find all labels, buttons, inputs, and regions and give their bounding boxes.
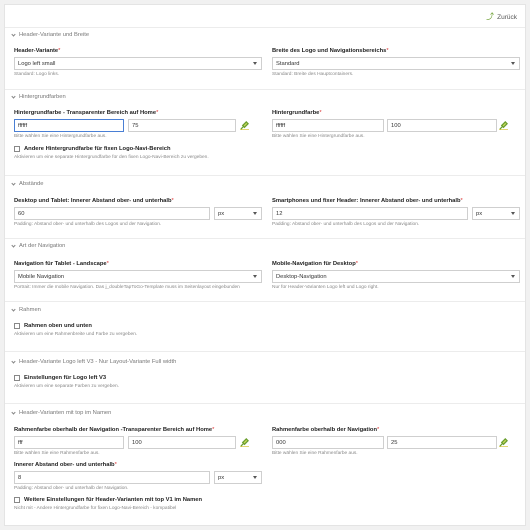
bg-color-input[interactable]: ffffff: [272, 119, 384, 132]
checkbox-box[interactable]: [14, 323, 20, 329]
section-header-variant[interactable]: Header-Variante und Breite: [11, 31, 90, 38]
chevron-down-icon: [11, 409, 16, 415]
section-title: Abstände: [19, 181, 44, 187]
section-title: Header-Variante Logo left V3 - Nur Layou…: [19, 359, 177, 365]
section-title: Header-Variante und Breite: [19, 32, 90, 38]
inner-padding-unit-select[interactable]: px: [214, 471, 262, 484]
frame-color-hint: Bitte wählen Sie eine Rahmenfarbe aus.: [272, 451, 358, 456]
section-title: Art der Navigation: [19, 243, 66, 249]
section-top-name[interactable]: Header-Varianten mit top im Namen: [11, 409, 112, 416]
frame-color-input[interactable]: 000: [272, 436, 384, 449]
frame-color-label: Rahmenfarbe oberhalb der Navigation*: [272, 427, 380, 433]
transp-bg-label: Hintergrundfarbe - Transparenter Bereich…: [14, 110, 159, 116]
transp-bg-hint: Bitte wählen Sie eine Hintergrundfarbe a…: [14, 134, 107, 139]
header-variant-hint: Standard: Logo links.: [14, 72, 60, 77]
more-settings-checkbox[interactable]: Weitere Einstellungen für Header-Variant…: [14, 497, 202, 503]
header-variant-label: Header-Variante*: [14, 48, 61, 54]
back-arrow-icon: ⤴: [486, 12, 495, 21]
color-picker-icon[interactable]: [240, 438, 249, 447]
more-settings-hint: Nicht mit - Andere Hintergrundfarbe für …: [14, 506, 177, 511]
divider: [5, 175, 525, 176]
inner-padding-input[interactable]: 8: [14, 471, 210, 484]
transp-bg-color-input[interactable]: ffffff: [14, 119, 124, 132]
divider: [5, 89, 525, 90]
bg-color-label: Hintergrundfarbe*: [272, 110, 322, 116]
logo-left-v3-checkbox[interactable]: Einstellungen für Logo left V3: [14, 375, 106, 381]
bg-opacity-input[interactable]: 100: [387, 119, 497, 132]
divider: [5, 403, 525, 404]
chevron-down-icon: [11, 242, 16, 248]
inner-padding-label: Innerer Abstand ober- und unterhalb*: [14, 462, 117, 468]
chevron-down-icon: [11, 93, 16, 99]
tablet-nav-hint: Portrait: Immer die mobile Navigation. D…: [14, 285, 240, 290]
logo-width-label: Breite des Logo und Navigationsbereichs*: [272, 48, 389, 54]
tablet-nav-select[interactable]: Mobile Navigation: [14, 270, 262, 283]
frame-transp-label: Rahmenfarbe oberhalb der Navigation -Tra…: [14, 427, 215, 433]
phone-padding-input[interactable]: 12: [272, 207, 468, 220]
divider: [5, 351, 525, 352]
desktop-padding-label: Desktop und Tablet: Innerer Abstand ober…: [14, 198, 174, 204]
color-picker-icon[interactable]: [499, 438, 508, 447]
checkbox-box[interactable]: [14, 375, 20, 381]
phone-padding-hint: Padding: Abstand ober- und unterhalb des…: [272, 222, 420, 227]
bg-color-hint: Bitte wählen Sie eine Hintergrundfarbe a…: [272, 134, 365, 139]
phone-padding-label: Smartphones und fixer Header: Innerer Ab…: [272, 198, 463, 204]
desktop-nav-select[interactable]: Desktop-Navigation: [272, 270, 520, 283]
other-bg-hint: Aktivieren um eine separate Hintergrundf…: [14, 155, 209, 160]
section-title: Header-Varianten mit top im Namen: [19, 410, 112, 416]
section-background[interactable]: Hintergrundfarben: [11, 93, 66, 100]
logo-width-select[interactable]: Standard: [272, 57, 520, 70]
section-spacing[interactable]: Abstände: [11, 180, 44, 187]
logo-left-v3-hint: Aktivieren um eine separate Farben zu ve…: [14, 384, 120, 389]
phone-padding-unit-select[interactable]: px: [472, 207, 520, 220]
checkbox-box[interactable]: [14, 146, 20, 152]
settings-panel: ⤴ Zurück Header-Variante und Breite Head…: [4, 4, 526, 526]
inner-padding-hint: Padding: Abstand ober- und unterhalb der…: [14, 486, 129, 491]
section-title: Rahmen: [19, 307, 41, 313]
other-bg-checkbox[interactable]: Andere Hintergrundfarbe für fixen Logo-N…: [14, 146, 171, 152]
transp-bg-opacity-input[interactable]: 75: [128, 119, 236, 132]
header-variant-select[interactable]: Logo left small: [14, 57, 262, 70]
frame-opacity-input[interactable]: 25: [387, 436, 497, 449]
chevron-down-icon: [11, 358, 16, 364]
tablet-nav-label: Navigation für Tablet - Landscape*: [14, 261, 109, 267]
section-navigation[interactable]: Art der Navigation: [11, 242, 66, 249]
chevron-down-icon: [11, 31, 16, 37]
chevron-down-icon: [11, 180, 16, 186]
checkbox-box[interactable]: [14, 497, 20, 503]
frame-checkbox[interactable]: Rahmen oben und unten: [14, 323, 92, 329]
color-picker-icon[interactable]: [240, 121, 249, 130]
frame-transp-hint: Bitte wählen Sie eine Rahmenfarbe aus.: [14, 451, 100, 456]
divider: [5, 27, 525, 28]
frame-transp-opacity-input[interactable]: 100: [128, 436, 236, 449]
divider: [5, 301, 525, 302]
desktop-padding-hint: Padding: Abstand ober- und unterhalb des…: [14, 222, 162, 227]
back-button[interactable]: ⤴ Zurück: [486, 13, 517, 21]
section-frame[interactable]: Rahmen: [11, 306, 41, 313]
back-label: Zurück: [497, 13, 517, 21]
section-logo-left-v3[interactable]: Header-Variante Logo left V3 - Nur Layou…: [11, 358, 177, 365]
desktop-padding-unit-select[interactable]: px: [214, 207, 262, 220]
desktop-padding-input[interactable]: 60: [14, 207, 210, 220]
color-picker-icon[interactable]: [499, 121, 508, 130]
chevron-down-icon: [11, 306, 16, 312]
divider: [5, 238, 525, 239]
logo-width-hint: Standard: Breite des Hauptcontainers.: [272, 72, 354, 77]
frame-hint: Aktivieren um eine Rahmenbreite und Farb…: [14, 332, 138, 337]
frame-transp-color-input[interactable]: fff: [14, 436, 124, 449]
section-title: Hintergrundfarben: [19, 94, 66, 100]
desktop-nav-hint: Nur für Header-Varianten Logo left und L…: [272, 285, 379, 290]
desktop-nav-label: Mobile-Navigation für Desktop*: [272, 261, 359, 267]
